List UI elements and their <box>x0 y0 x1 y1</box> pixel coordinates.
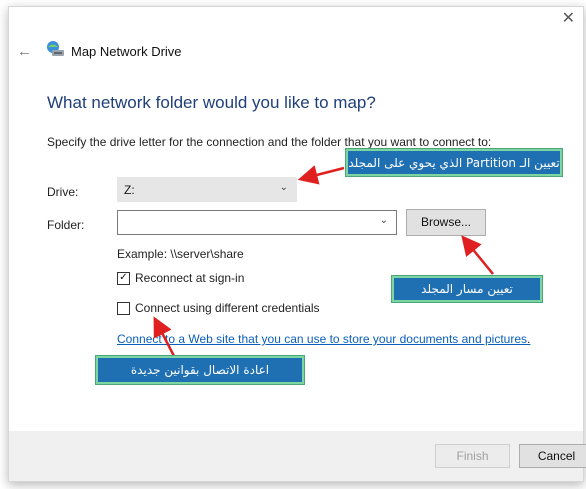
callout-credentials: اعادة الاتصال بقوانين جديدة <box>96 356 304 384</box>
callout-partition: تعيين الـ Partition الذي يحوي على المجلد <box>346 149 562 176</box>
window-title: Map Network Drive <box>71 44 182 59</box>
reconnect-option[interactable]: ✓ Reconnect at sign-in <box>117 271 244 285</box>
folder-label: Folder: <box>47 218 85 232</box>
drive-label: Drive: <box>47 185 79 199</box>
folder-combobox[interactable]: ⌄ <box>117 210 397 235</box>
drive-select[interactable]: Z: ⌄ <box>117 177 297 202</box>
cancel-button[interactable]: Cancel <box>519 444 586 468</box>
web-site-link[interactable]: Connect to a Web site that you can use t… <box>117 332 530 346</box>
close-icon[interactable]: ✕ <box>562 11 575 27</box>
instructions-text: Specify the drive letter for the connect… <box>47 135 492 149</box>
reconnect-label: Reconnect at sign-in <box>135 271 245 285</box>
network-drive-icon <box>47 41 64 56</box>
drive-select-value: Z: <box>124 183 135 197</box>
page-heading: What network folder would you like to ma… <box>47 93 376 112</box>
back-arrow-icon[interactable]: ← <box>17 43 32 60</box>
credentials-option[interactable]: Connect using different credentials <box>117 301 320 315</box>
web-site-link-text[interactable]: Connect to a Web site that you can use t… <box>117 332 527 346</box>
dialog-footer: Finish Cancel <box>9 431 586 481</box>
chevron-down-icon[interactable]: ⌄ <box>380 215 388 226</box>
callout-folder-path: تعيين مسار المجلد <box>392 276 542 302</box>
credentials-label: Connect using different credentials <box>135 301 320 315</box>
credentials-checkbox[interactable] <box>117 301 130 315</box>
map-network-drive-dialog: ✕ ← Map Network Drive What network folde… <box>8 6 586 482</box>
chevron-down-icon: ⌄ <box>279 182 288 193</box>
finish-button[interactable]: Finish <box>435 444 510 468</box>
browse-button[interactable]: Browse... <box>406 209 486 236</box>
reconnect-checkbox[interactable]: ✓ <box>117 271 130 285</box>
example-path-text: Example: \\server\share <box>117 247 244 261</box>
link-period: . <box>527 332 531 346</box>
